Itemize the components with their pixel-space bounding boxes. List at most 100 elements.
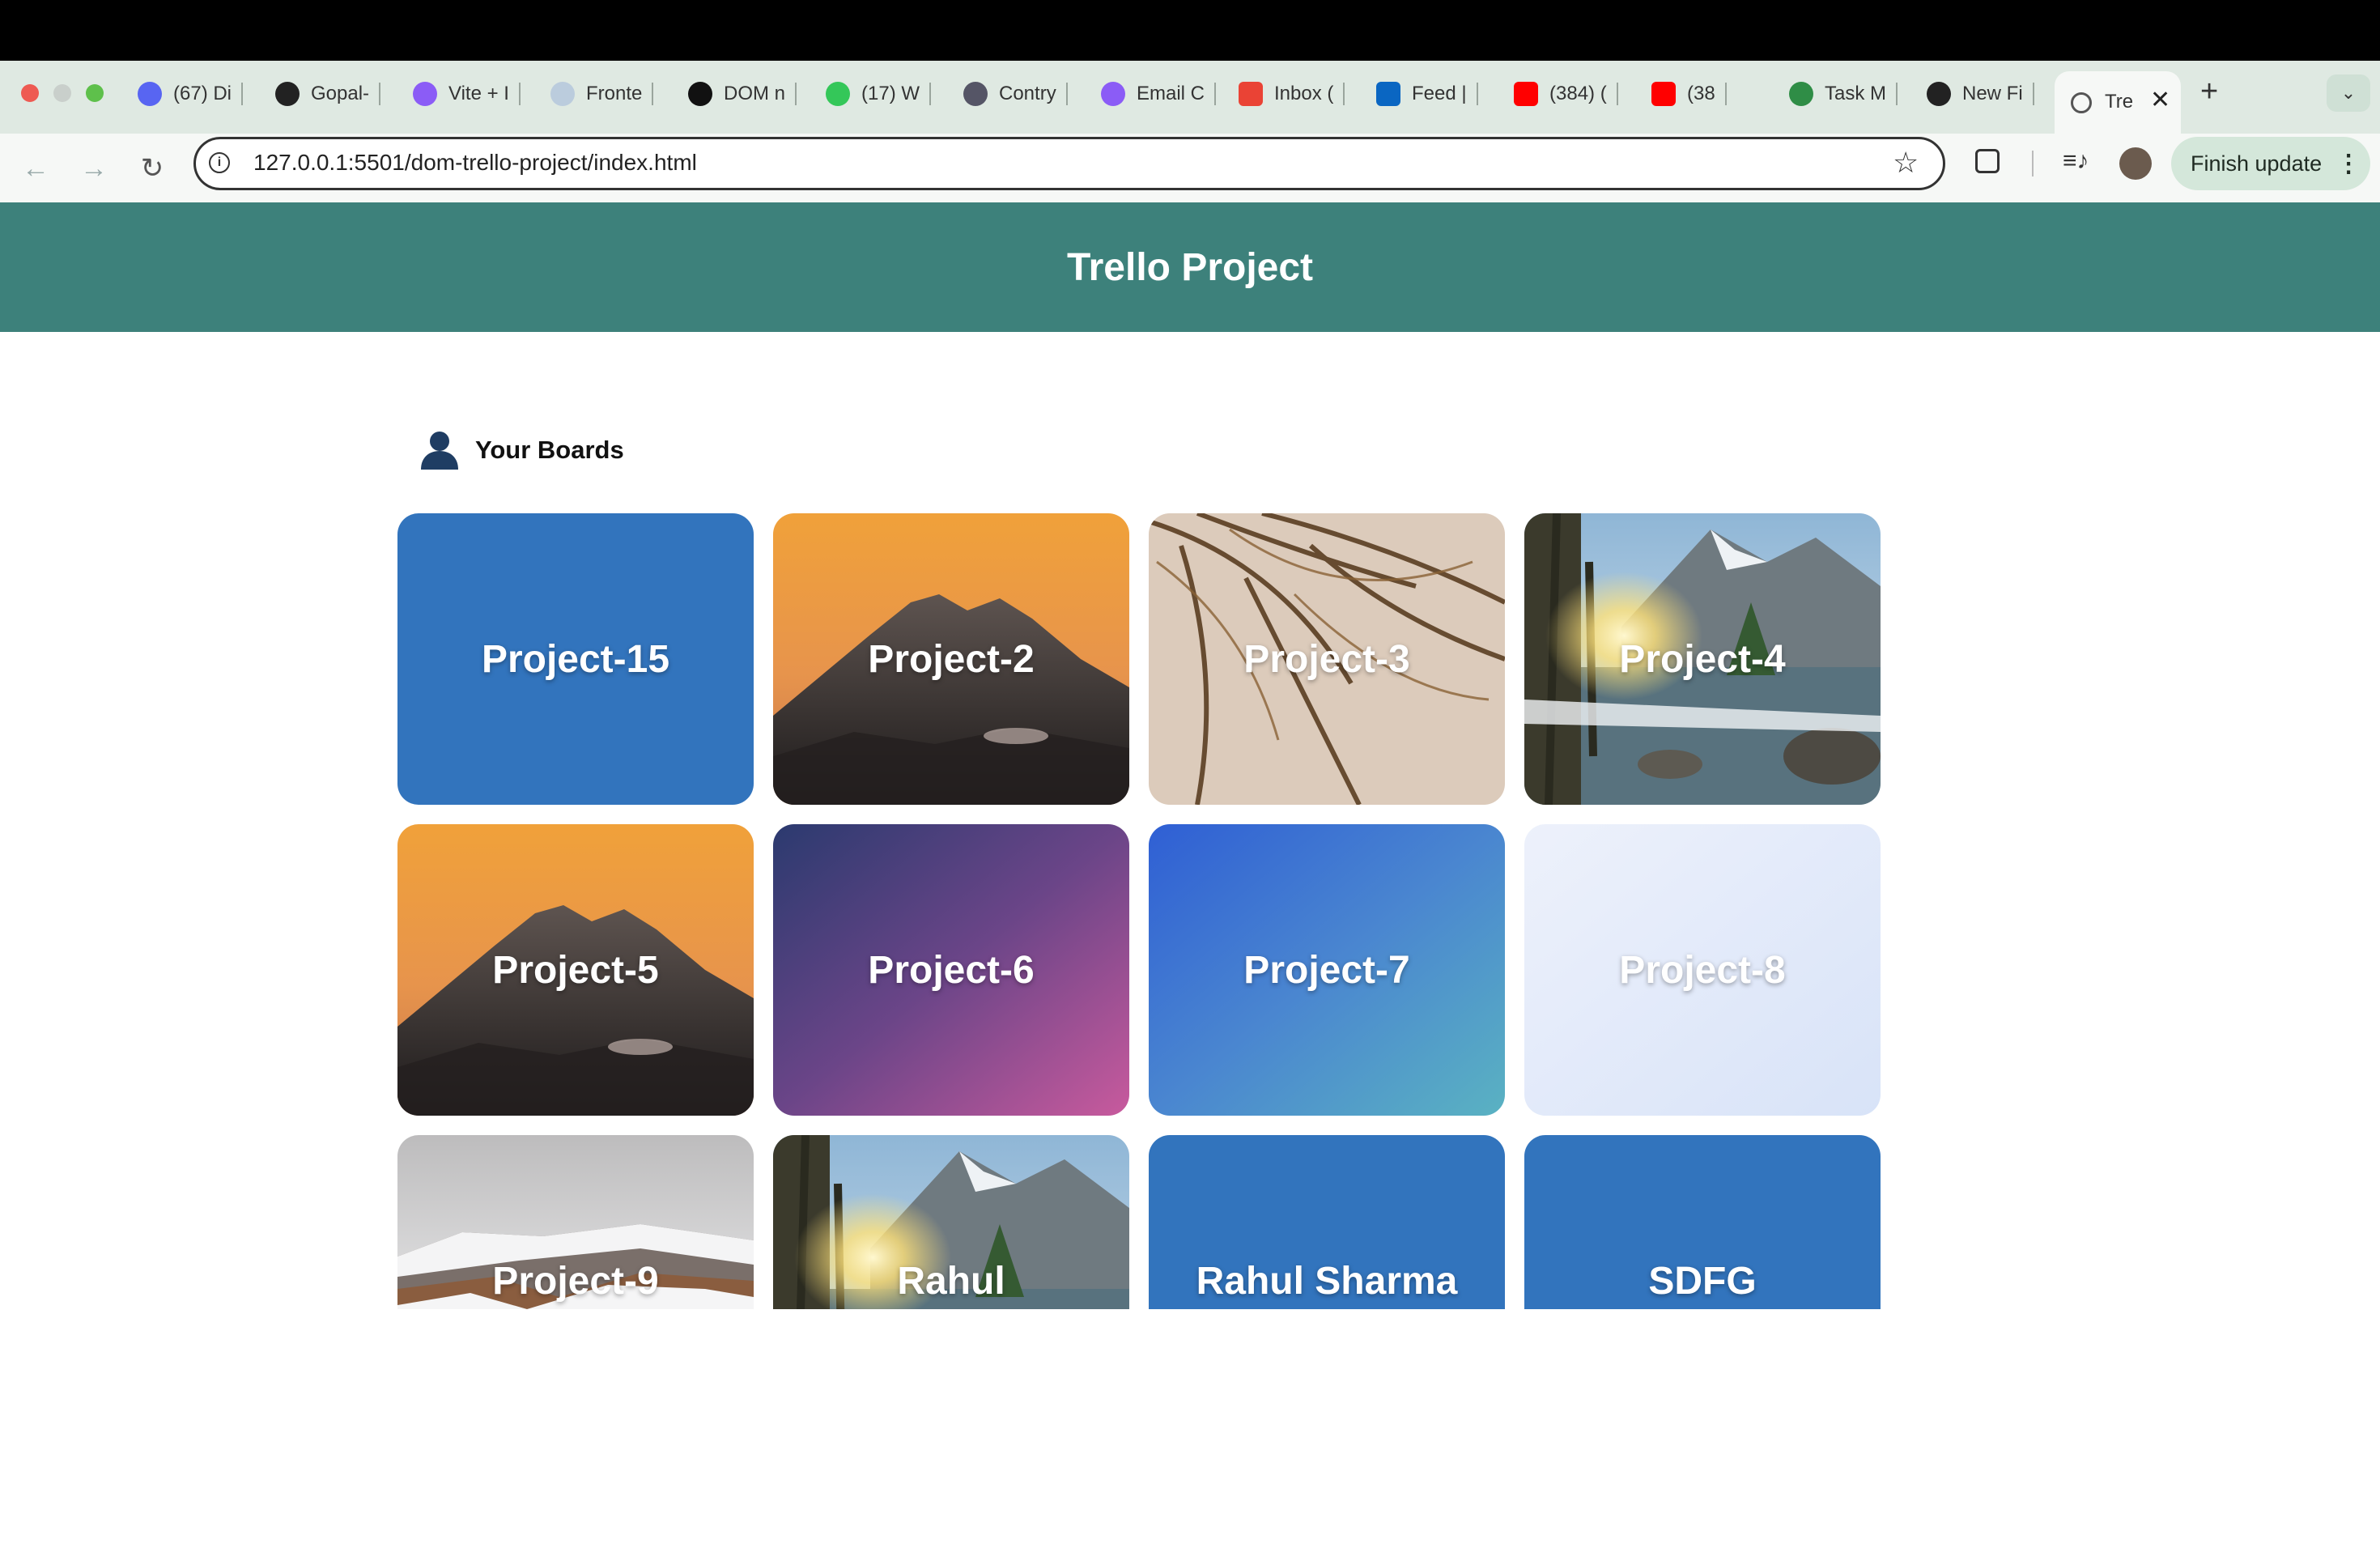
tab-11[interactable]: (384) ( [1514, 71, 1618, 117]
vite-icon [413, 82, 437, 106]
tab-10[interactable]: Feed | [1376, 71, 1478, 117]
tab-label: (384) ( [1549, 83, 1607, 104]
tab-7[interactable]: Contry [963, 71, 1068, 117]
tab-8[interactable]: Email C [1101, 71, 1217, 117]
media-control-icon[interactable]: ≡♪ [2063, 147, 2089, 175]
linkedin-icon [1376, 82, 1400, 106]
board-title: Project-6 [868, 948, 1035, 992]
page-icon [550, 82, 575, 106]
site-info-icon[interactable]: i [209, 152, 230, 173]
tab-13[interactable]: Task M [1789, 71, 1898, 117]
board-title: SDFG [1648, 1259, 1757, 1303]
tab-label: (67) Di [173, 83, 232, 104]
youtube-icon [1514, 82, 1538, 106]
board-title: Project-4 [1619, 637, 1786, 681]
new-tab-button[interactable]: + [2200, 74, 2218, 109]
window-zoom-button[interactable] [86, 84, 104, 102]
github-icon [275, 82, 300, 106]
board-card[interactable]: Project-3 [1149, 513, 1505, 805]
tab-label: Inbox ( [1274, 83, 1334, 104]
window-close-button[interactable] [21, 84, 39, 102]
tab-label: (38 [1687, 83, 1715, 104]
toolbar-divider [2032, 151, 2034, 176]
board-title: Project-15 [481, 637, 670, 681]
board-card[interactable]: SDFG [1524, 1135, 1881, 1309]
reload-button[interactable]: ↻ [134, 151, 170, 186]
github-icon [1927, 82, 1951, 106]
board-card[interactable]: Project-8 [1524, 824, 1881, 1116]
globe-icon [2071, 92, 2092, 113]
screen-top-bar [0, 0, 2380, 61]
tab-label: Email C [1137, 83, 1205, 104]
globe-icon [963, 82, 988, 106]
more-menu-icon[interactable]: ⋮ [2336, 150, 2361, 178]
board-title: Project-9 [492, 1259, 659, 1303]
close-tab-icon[interactable]: ✕ [2150, 86, 2170, 114]
board-card[interactable]: Project-5 [397, 824, 754, 1116]
tab-label: Task M [1825, 83, 1887, 104]
board-card[interactable]: Project-7 [1149, 824, 1505, 1116]
tab-1[interactable]: (67) Di [138, 71, 244, 117]
whatsapp-icon [826, 82, 850, 106]
board-title: Rahul Sharma [1196, 1259, 1458, 1303]
tab-label: Fronte [586, 83, 643, 104]
tab-separator [1214, 83, 1217, 105]
page-header: Trello Project [0, 202, 2380, 332]
board-card[interactable]: Project-2 [773, 513, 1129, 805]
board-title: Project-5 [492, 948, 659, 992]
tab-3[interactable]: Vite + I [413, 71, 521, 117]
tab-search-button[interactable]: ⌄ [2327, 74, 2370, 112]
tab-separator [1343, 83, 1345, 105]
tab-separator [1724, 83, 1727, 105]
bookmark-star-icon[interactable]: ☆ [1893, 146, 1919, 180]
youtube-icon [1651, 82, 1676, 106]
tab-12[interactable]: (38 [1651, 71, 1727, 117]
board-title: Project-2 [868, 637, 1035, 681]
chevron-down-icon: ⌄ [2340, 83, 2357, 103]
board-title: Rahul [897, 1259, 1005, 1303]
openai-icon [688, 82, 712, 106]
tab-separator [2032, 83, 2034, 105]
boards-grid: Project-15 Project-2 Project-3 Project-4… [397, 513, 1881, 1309]
board-card[interactable]: Rahul [773, 1135, 1129, 1309]
board-title: Project-3 [1243, 637, 1410, 681]
board-card[interactable]: Project-15 [397, 513, 754, 805]
back-button[interactable]: ← [18, 151, 53, 186]
tab-2[interactable]: Gopal- [275, 71, 381, 117]
tab-label: Vite + I [448, 83, 509, 104]
window-minimize-button[interactable] [53, 84, 71, 102]
tab-separator [795, 83, 797, 105]
tab-label: New Fi [1962, 83, 2023, 104]
tab-separator [518, 83, 521, 105]
board-card[interactable]: Rahul Sharma [1149, 1135, 1505, 1309]
tab-separator [929, 83, 931, 105]
board-card[interactable]: Project-6 [773, 824, 1129, 1116]
board-card[interactable]: Project-9 [397, 1135, 754, 1309]
tab-label: Gopal- [311, 83, 370, 104]
tab-separator [652, 83, 654, 105]
board-card[interactable]: Project-4 [1524, 513, 1881, 805]
url-text[interactable]: 127.0.0.1:5501/dom-trello-project/index.… [253, 150, 697, 176]
tab-6[interactable]: (17) W [826, 71, 931, 117]
discord-icon [138, 82, 162, 106]
tab-active[interactable]: Tre ✕ [2055, 71, 2181, 134]
tab-separator [1065, 83, 1068, 105]
tab-label: Contry [999, 83, 1056, 104]
tab-separator [1616, 83, 1618, 105]
tab-label: (17) W [861, 83, 920, 104]
finish-update-button[interactable]: Finish update ⋮ [2171, 137, 2370, 190]
tab-9[interactable]: Inbox ( [1239, 71, 1345, 117]
tab-separator [379, 83, 381, 105]
boards-viewport: Project-15 Project-2 Project-3 Project-4… [0, 332, 2380, 1309]
tab-separator [241, 83, 244, 105]
forward-button[interactable]: → [76, 151, 112, 186]
geeks-icon [1789, 82, 1813, 106]
tab-4[interactable]: Fronte [550, 71, 654, 117]
avatar[interactable] [2119, 147, 2152, 180]
extensions-icon[interactable] [1975, 149, 2000, 173]
board-title: Project-8 [1619, 948, 1786, 992]
tab-5[interactable]: DOM n [688, 71, 797, 117]
tab-label: DOM n [724, 83, 786, 104]
tab-14[interactable]: New Fi [1927, 71, 2034, 117]
finish-update-label: Finish update [2191, 151, 2323, 176]
